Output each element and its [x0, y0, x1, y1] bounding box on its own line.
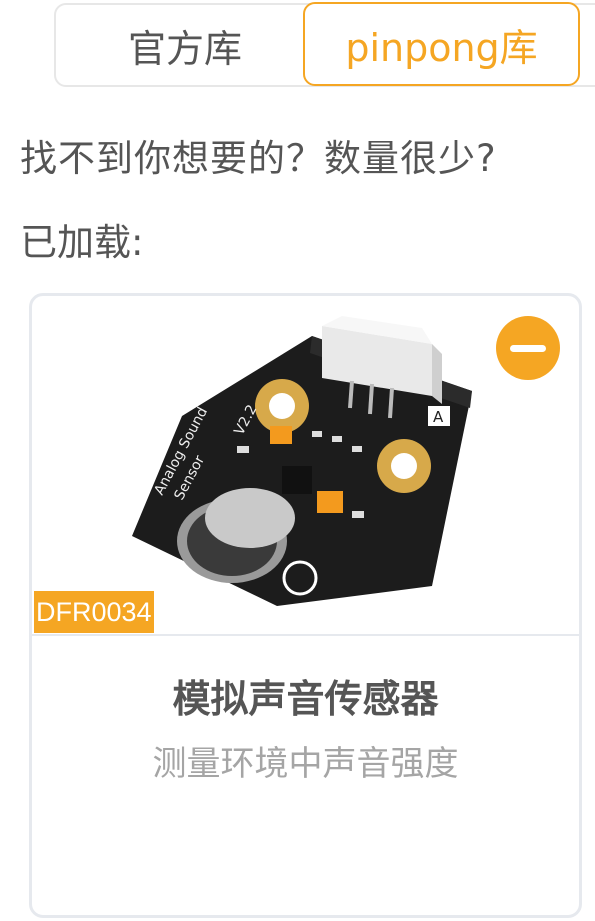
not-found-prompt[interactable]: 找不到你想要的？数量很少? — [20, 128, 497, 182]
tab-official-library[interactable]: 官方库 — [70, 3, 300, 87]
loaded-label: 已加载: — [20, 221, 144, 264]
module-title: 模拟声音传感器 — [172, 677, 439, 721]
module-card[interactable]: A Analog Sound Sensor V2.2 DFR0034 模拟声音传… — [29, 293, 582, 918]
remove-module-button[interactable] — [496, 316, 560, 380]
sku-badge: DFR0034 — [34, 591, 154, 633]
module-description: 测量环境中声音强度 — [152, 744, 459, 784]
svg-text:A: A — [433, 408, 444, 426]
tab-pinpong-library[interactable]: pinpong库 — [303, 2, 580, 86]
card-divider — [32, 634, 579, 636]
minus-circle-icon — [510, 344, 546, 352]
